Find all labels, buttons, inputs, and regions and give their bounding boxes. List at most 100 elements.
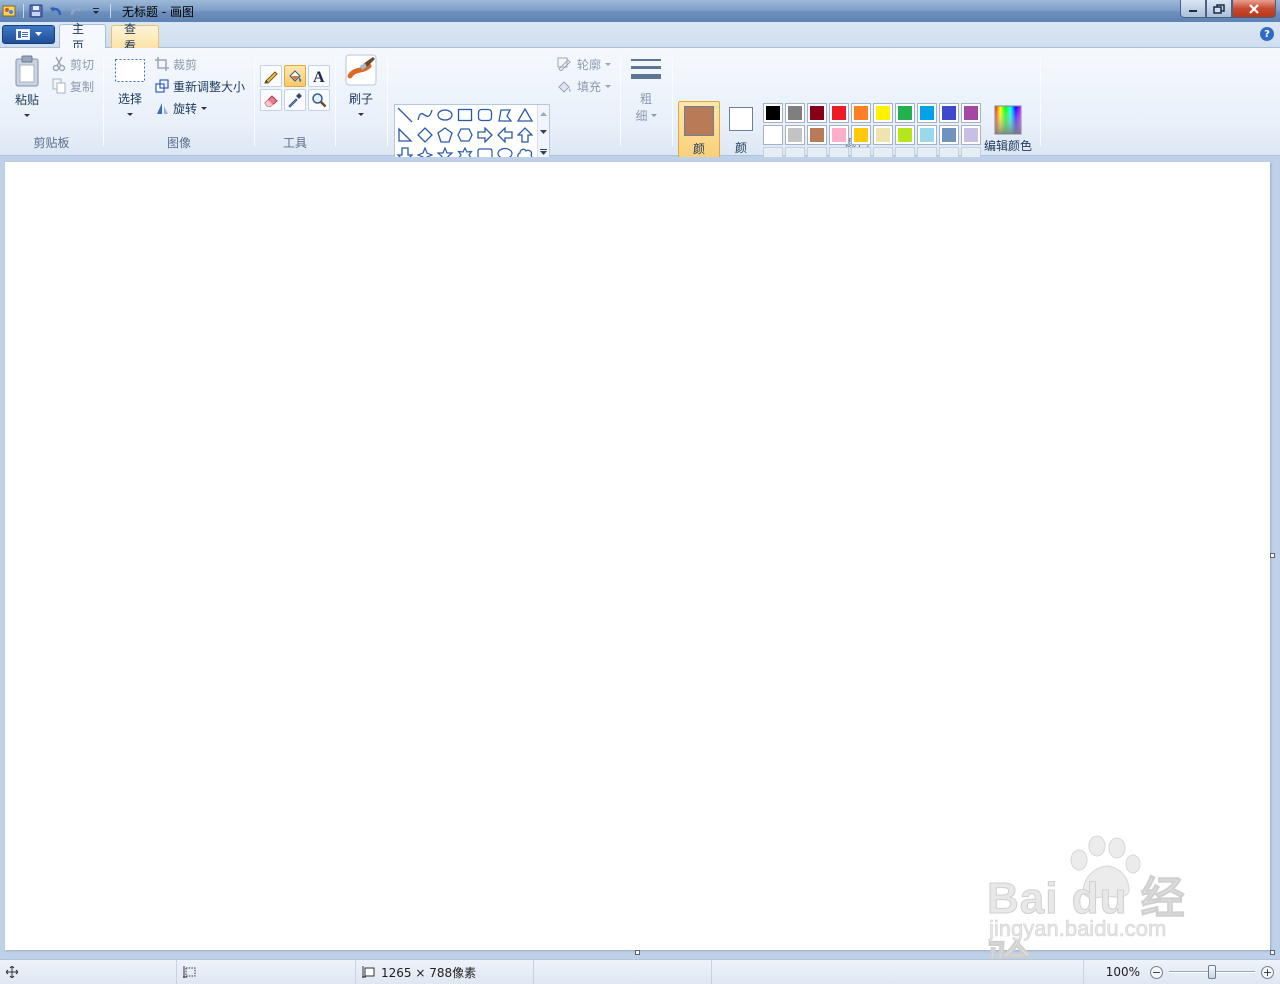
expand-gallery-icon[interactable] — [540, 149, 547, 156]
paste-dropdown-arrow[interactable] — [24, 114, 30, 117]
polygon-icon[interactable] — [495, 105, 515, 125]
palette-swatch[interactable] — [939, 125, 959, 145]
palette-swatch[interactable] — [763, 125, 783, 145]
tab-home[interactable]: 主页 — [59, 22, 106, 53]
left-arrow-icon[interactable] — [495, 125, 515, 145]
crop-icon — [155, 57, 169, 71]
palette-swatch[interactable] — [829, 103, 849, 123]
select-dropdown-arrow[interactable] — [127, 113, 133, 116]
color-picker-tool[interactable] — [284, 89, 306, 111]
shape-grid — [395, 105, 535, 165]
rotate-dropdown-arrow[interactable] — [201, 106, 208, 110]
right-triangle-icon[interactable] — [395, 125, 415, 145]
resize-handle-right[interactable] — [1270, 553, 1275, 558]
maximize-button[interactable] — [1206, 0, 1232, 18]
zoom-in-button[interactable]: + — [1261, 965, 1274, 979]
palette-swatch[interactable] — [807, 125, 827, 145]
paint-app-icon[interactable] — [0, 2, 18, 20]
image-size-cell: 1265 × 788像素 — [356, 960, 534, 984]
size-button[interactable]: 粗 细 — [626, 56, 666, 124]
edit-colors-button[interactable]: 编辑颜色 — [984, 105, 1032, 154]
brushes-dropdown-arrow[interactable] — [358, 113, 364, 116]
palette-swatch[interactable] — [895, 125, 915, 145]
help-icon[interactable]: ? — [1260, 27, 1274, 41]
curve-icon[interactable] — [415, 105, 435, 125]
palette-swatch[interactable] — [873, 103, 893, 123]
copy-button[interactable]: 复制 — [52, 76, 94, 96]
close-button[interactable] — [1232, 0, 1276, 18]
zoom-out-button[interactable]: − — [1150, 965, 1163, 979]
tab-view[interactable]: 查看 — [111, 22, 159, 53]
rectangle-icon[interactable] — [455, 105, 475, 125]
ribbon: 粘贴 剪切 复制 剪贴板 选择 裁剪 重新调整大小 旋转 图像 A 工具 刷子 … — [0, 48, 1280, 179]
fill-icon — [289, 70, 302, 82]
rotate-button[interactable]: 旋转 — [155, 98, 208, 118]
zoom-slider[interactable] — [1169, 965, 1255, 979]
palette-swatch[interactable] — [785, 125, 805, 145]
size-label-line2: 细 — [635, 109, 648, 123]
palette-swatch[interactable] — [895, 103, 915, 123]
palette-swatch[interactable] — [939, 103, 959, 123]
fill-shape-button[interactable]: 填充 — [557, 76, 612, 96]
hexagon-icon[interactable] — [455, 125, 475, 145]
fill-dropdown-arrow[interactable] — [605, 84, 612, 88]
palette-swatch[interactable] — [917, 125, 937, 145]
palette-swatch[interactable] — [873, 125, 893, 145]
eyedropper-icon — [288, 93, 302, 108]
cut-button[interactable]: 剪切 — [52, 54, 94, 74]
fill-tool[interactable] — [284, 65, 306, 87]
palette-swatch[interactable] — [829, 125, 849, 145]
shapes-scroll[interactable] — [537, 105, 549, 163]
magnifier-tool[interactable] — [308, 89, 330, 111]
right-arrow-icon[interactable] — [475, 125, 495, 145]
customize-qat-icon[interactable] — [87, 2, 105, 20]
minimize-button[interactable] — [1180, 0, 1206, 18]
crop-button[interactable]: 裁剪 — [155, 54, 197, 74]
group-separator — [335, 54, 336, 146]
palette-swatch[interactable] — [917, 103, 937, 123]
undo-icon[interactable] — [47, 2, 65, 20]
diamond-icon[interactable] — [415, 125, 435, 145]
size-dropdown-arrow[interactable] — [650, 114, 657, 117]
magnifier-icon — [312, 93, 327, 108]
fill-shape-icon — [558, 81, 571, 93]
line-icon[interactable] — [395, 105, 415, 125]
minus-icon: − — [1151, 965, 1162, 979]
clipboard-group-label: 剪贴板 — [33, 136, 70, 150]
text-tool[interactable]: A — [308, 65, 330, 87]
rounded-rectangle-icon[interactable] — [475, 105, 495, 125]
scroll-down-icon[interactable] — [540, 130, 547, 135]
pencil-tool[interactable] — [260, 65, 282, 87]
scroll-up-icon[interactable] — [540, 111, 547, 117]
palette-swatch[interactable] — [851, 103, 871, 123]
zoom-slider-thumb[interactable] — [1208, 965, 1216, 979]
resize-handle-corner[interactable] — [1270, 950, 1275, 955]
palette-swatch[interactable] — [785, 103, 805, 123]
up-arrow-icon[interactable] — [515, 125, 535, 145]
outline-dropdown-arrow[interactable] — [605, 62, 612, 66]
triangle-icon[interactable] — [515, 105, 535, 125]
brush-icon — [345, 54, 377, 86]
oval-icon[interactable] — [435, 105, 455, 125]
redo-icon[interactable] — [67, 2, 85, 20]
paint-menu-button[interactable] — [2, 25, 55, 44]
palette-swatch[interactable] — [851, 125, 871, 145]
plus-icon: + — [1262, 965, 1273, 979]
palette-swatch[interactable] — [961, 125, 981, 145]
paste-button[interactable]: 粘贴 — [8, 54, 46, 117]
select-button[interactable]: 选择 — [111, 56, 149, 116]
eraser-tool[interactable] — [260, 89, 282, 111]
resize-handle-bottom[interactable] — [635, 950, 640, 955]
palette-swatch[interactable] — [961, 103, 981, 123]
brushes-button[interactable]: 刷子 — [343, 54, 379, 116]
paste-label: 粘贴 — [14, 93, 39, 107]
file-size-cell — [534, 960, 712, 984]
outline-button[interactable]: 轮廓 — [557, 54, 612, 74]
resize-button[interactable]: 重新调整大小 — [155, 76, 245, 96]
pentagon-icon[interactable] — [435, 125, 455, 145]
palette-swatch-fill — [920, 106, 934, 120]
drawing-canvas[interactable]: Bai du 经验 jingyan.baidu.com — [5, 162, 1270, 984]
save-icon[interactable] — [27, 2, 45, 20]
palette-swatch[interactable] — [763, 103, 783, 123]
palette-swatch[interactable] — [807, 103, 827, 123]
